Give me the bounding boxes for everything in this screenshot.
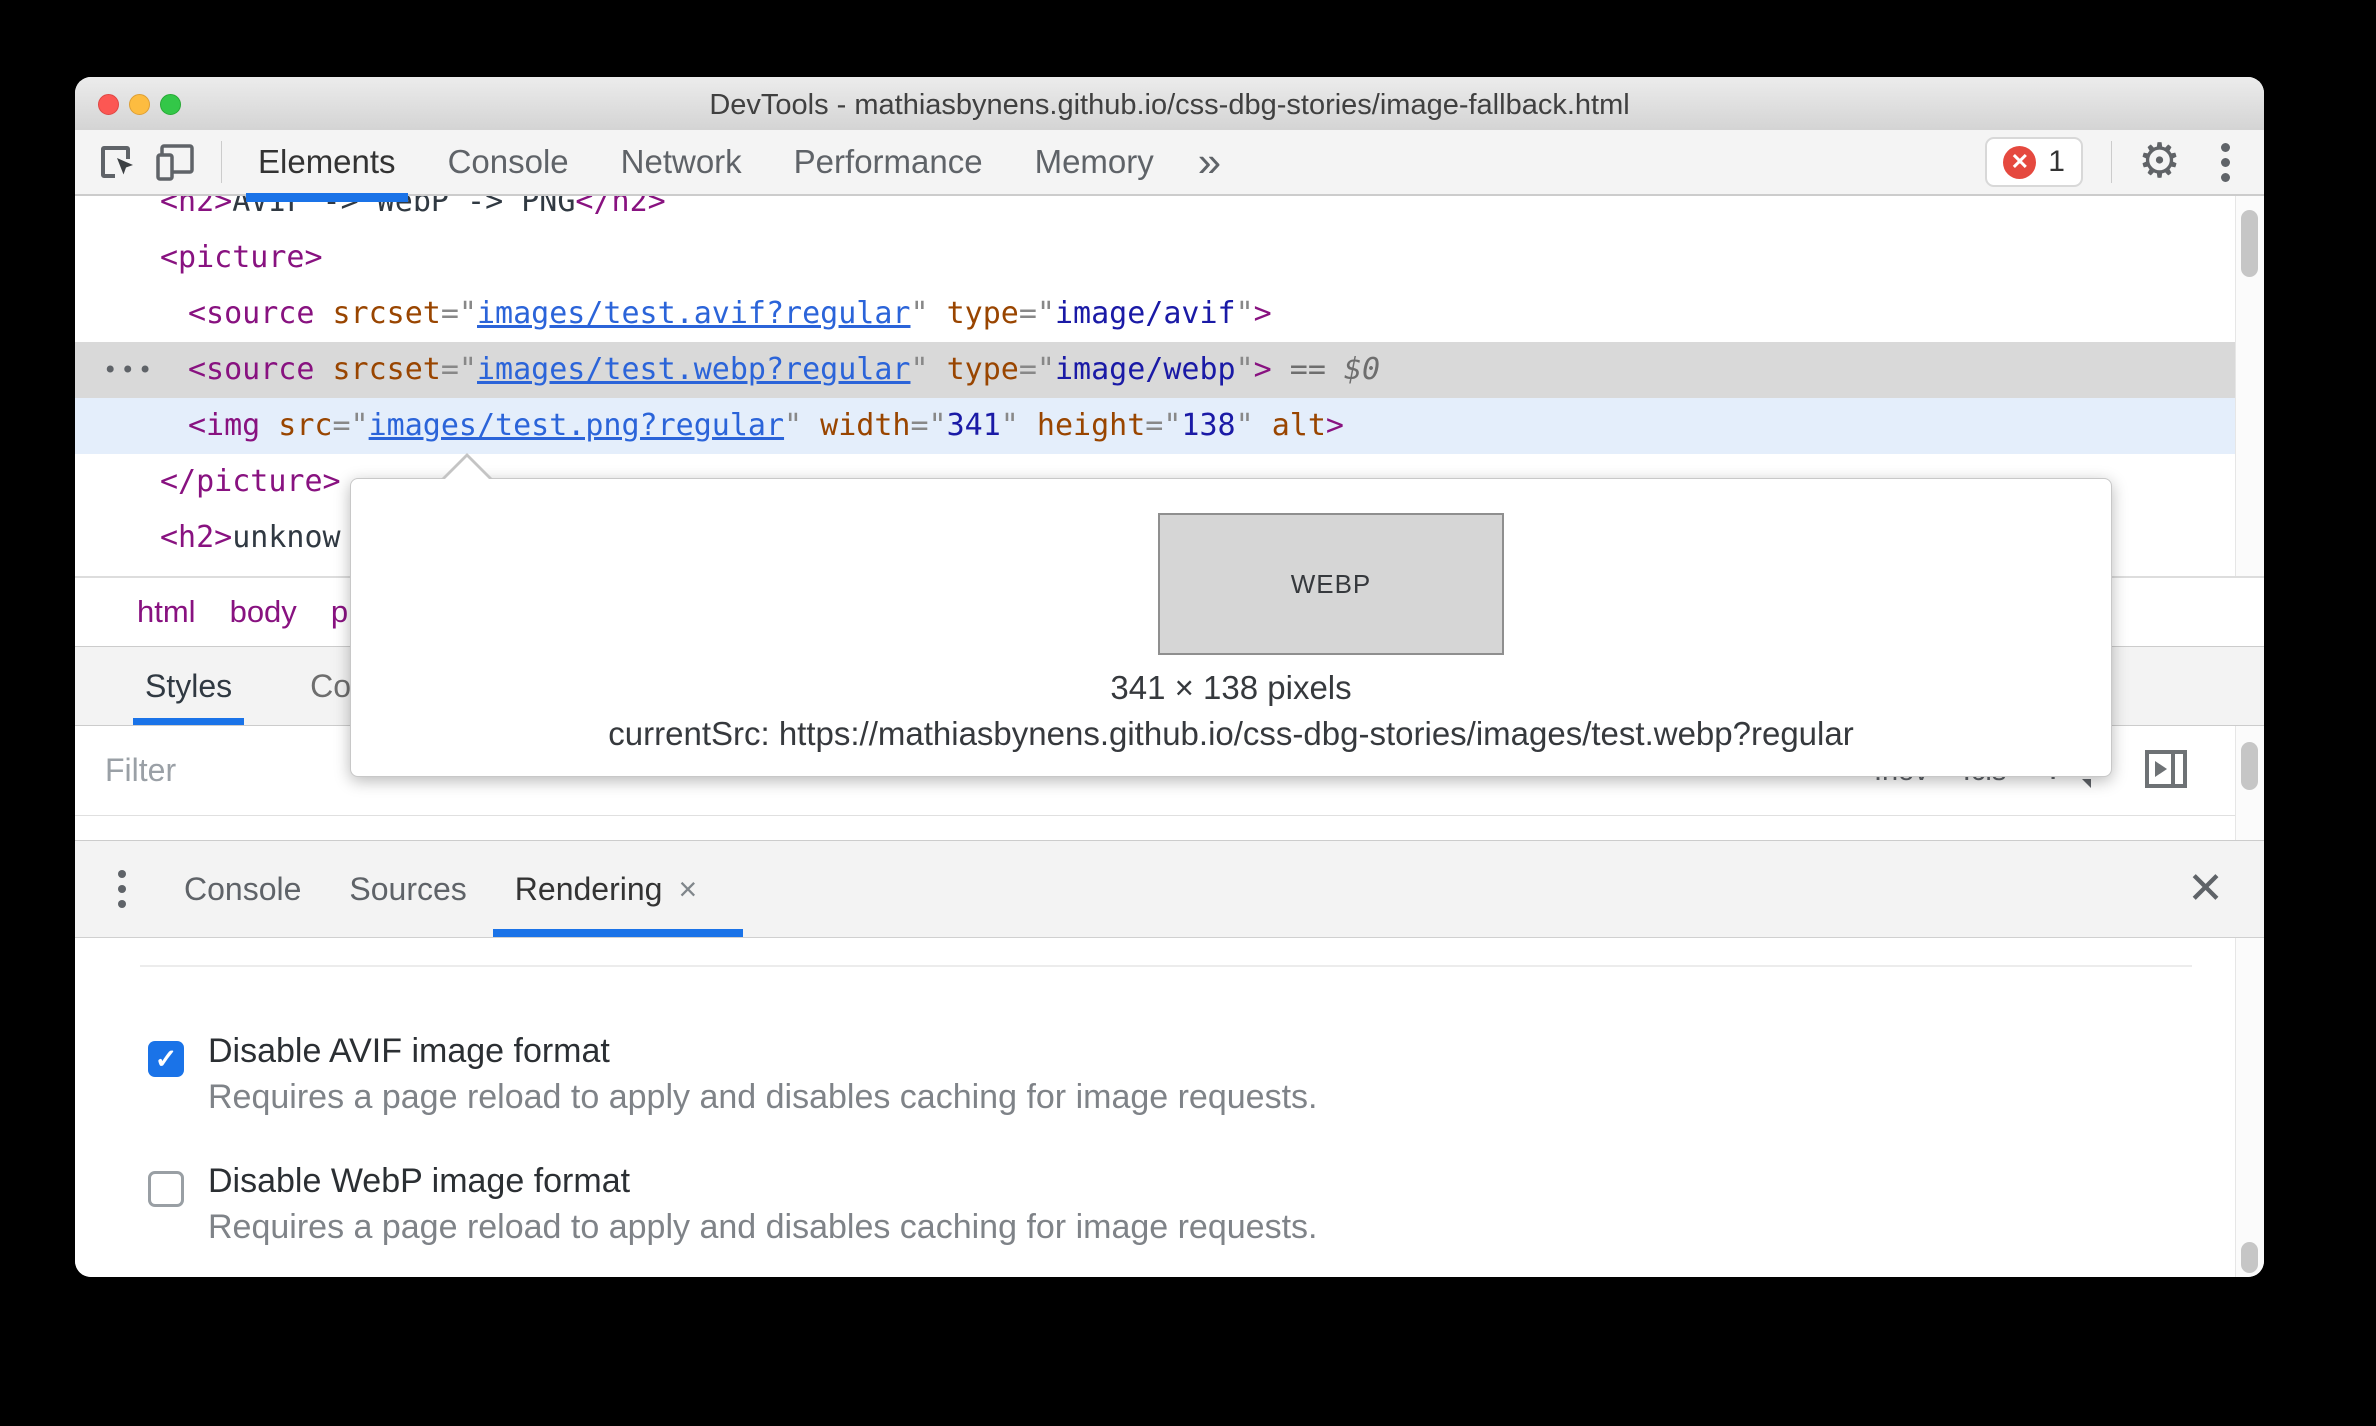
option-disable-avif: ✓ Disable AVIF image format Requires a p… [148, 1029, 1317, 1119]
row-actions-dots[interactable]: ••• [103, 342, 155, 398]
tree-row-picture-open[interactable]: <picture> [75, 230, 2235, 286]
tree-row-source-webp-selected[interactable]: ••• <source srcset="images/test.webp?regu… [75, 342, 2235, 398]
img-src-link[interactable]: images/test.png?regular [369, 408, 784, 443]
more-tabs-chevron[interactable]: » [1180, 132, 1239, 192]
image-dimensions: 341 × 138 pixels [1110, 669, 1352, 706]
tab-network[interactable]: Network [595, 130, 768, 194]
toolbar-separator-right [2110, 141, 2112, 183]
new-style-rule-dropdown-caret[interactable] [2082, 778, 2091, 788]
option-disable-webp: Disable WebP image format Requires a pag… [148, 1159, 1317, 1249]
tab-performance[interactable]: Performance [768, 130, 1009, 194]
close-drawer-icon[interactable]: ✕ [2187, 861, 2224, 917]
inspect-element-icon[interactable] [95, 140, 139, 184]
drawer-menu-kebab-icon[interactable] [108, 864, 136, 914]
disable-webp-label[interactable]: Disable WebP image format [208, 1159, 1317, 1203]
tree-row-img-hovered[interactable]: <img src="images/test.png?regular" width… [75, 398, 2235, 454]
disable-avif-description: Requires a page reload to apply and disa… [208, 1078, 1318, 1116]
toggle-sidebar-icon[interactable] [2143, 746, 2189, 797]
screen-background: DevTools - mathiasbynens.github.io/css-d… [0, 0, 2376, 1426]
devtools-toolbar: Elements Console Network Performance Mem… [75, 130, 2264, 202]
tab-styles[interactable]: Styles [132, 647, 245, 725]
devtools-window: DevTools - mathiasbynens.github.io/css-d… [75, 77, 2264, 1277]
disable-webp-description: Requires a page reload to apply and disa… [208, 1208, 1318, 1246]
settings-gear-icon[interactable]: ⚙ [2138, 138, 2181, 186]
tab-console[interactable]: Console [422, 130, 595, 194]
tab-memory[interactable]: Memory [1009, 130, 1180, 194]
rendering-tab-close-icon[interactable]: × [678, 841, 697, 937]
error-icon: ✕ [2003, 145, 2037, 179]
window-titlebar: DevTools - mathiasbynens.github.io/css-d… [75, 77, 2264, 131]
disable-avif-checkbox[interactable]: ✓ [148, 1041, 184, 1077]
error-badge[interactable]: ✕ 1 [1985, 137, 2083, 187]
toolbar-separator [221, 141, 222, 183]
image-current-src: currentSrc: https://mathiasbynens.github… [608, 715, 1854, 752]
window-title: DevTools - mathiasbynens.github.io/css-d… [709, 89, 1630, 121]
drawer-tab-rendering[interactable]: Rendering × [492, 841, 744, 937]
drawer-tab-console[interactable]: Console [184, 841, 301, 937]
styles-scrollbar-thumb[interactable] [2241, 742, 2258, 790]
tree-row-source-avif[interactable]: <source srcset="images/test.avif?regular… [75, 286, 2235, 342]
tab-elements[interactable]: Elements [232, 130, 422, 202]
rendering-panel: ✓ Disable AVIF image format Requires a p… [75, 938, 2235, 1277]
error-count: 1 [2048, 145, 2065, 178]
device-toolbar-icon[interactable] [153, 140, 197, 184]
styles-content-strip [75, 816, 2264, 840]
breadcrumb-body[interactable]: body [230, 594, 297, 630]
webp-src-link[interactable]: images/test.webp?regular [477, 352, 910, 387]
disable-avif-label[interactable]: Disable AVIF image format [208, 1029, 1317, 1073]
elements-scrollbar-thumb[interactable] [2241, 210, 2258, 277]
image-preview-tooltip: WEBP 341 × 138 pixels currentSrc: https:… [350, 453, 2112, 777]
avif-src-link[interactable]: images/test.avif?regular [477, 296, 910, 331]
breadcrumb-html[interactable]: html [137, 594, 196, 630]
elements-scrollbar-track[interactable] [2235, 196, 2264, 576]
main-menu-kebab-icon[interactable] [2211, 139, 2240, 186]
section-divider [140, 965, 2192, 967]
image-preview-label: WEBP [1290, 568, 1372, 599]
drawer-tab-sources[interactable]: Sources [349, 841, 466, 937]
disable-webp-checkbox[interactable] [148, 1171, 184, 1207]
drawer-tab-bar: Console Sources Rendering × ✕ [75, 840, 2264, 938]
dollar-zero-hint: == $0 [1271, 352, 1381, 387]
image-preview-thumbnail: WEBP [1158, 513, 1504, 655]
drawer-scrollbar-track[interactable] [2235, 938, 2264, 1277]
drawer-scrollbar-thumb[interactable] [2241, 1242, 2258, 1273]
styles-scrollbar-track[interactable] [2235, 726, 2264, 840]
